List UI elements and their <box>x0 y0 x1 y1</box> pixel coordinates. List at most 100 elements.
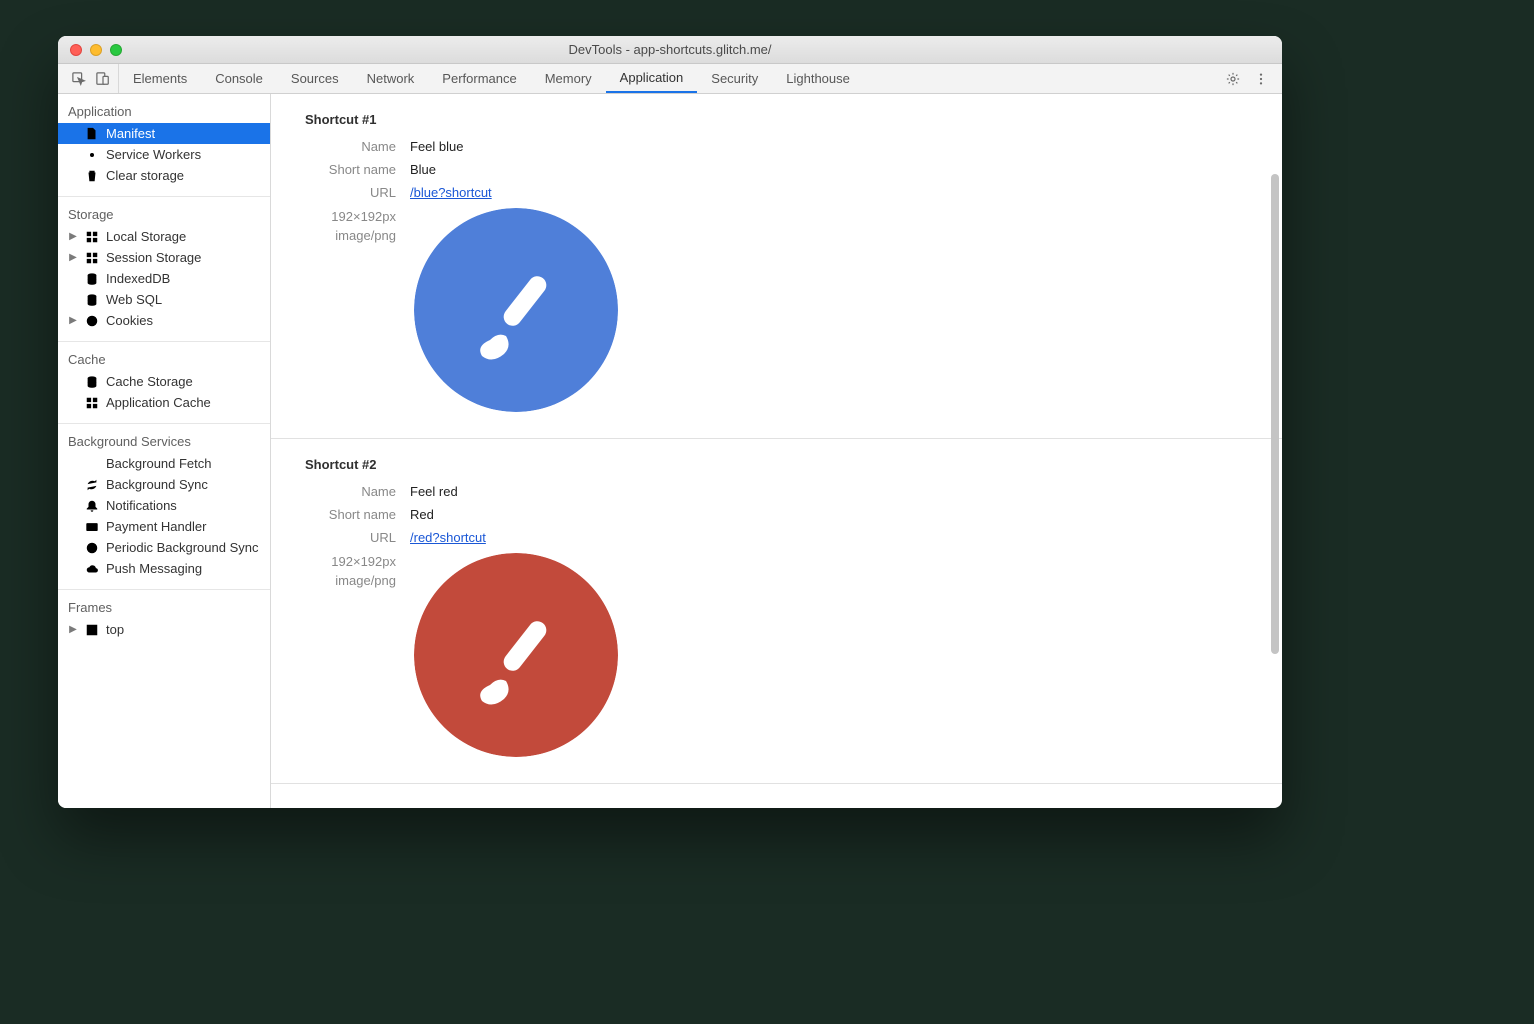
sidebar-item-background-fetch[interactable]: ▶Background Fetch <box>58 453 270 474</box>
db-icon <box>85 293 99 307</box>
tab-network[interactable]: Network <box>353 64 429 93</box>
frame-icon <box>85 623 99 637</box>
sidebar-item-service-workers[interactable]: ▶Service Workers <box>58 144 270 165</box>
cookie-icon <box>85 314 99 328</box>
shortcut-url-link[interactable]: /blue?shortcut <box>410 185 492 200</box>
db-icon <box>85 272 99 286</box>
sidebar-group-title: Frames <box>58 594 270 619</box>
updown-icon <box>85 457 99 471</box>
tab-security[interactable]: Security <box>697 64 772 93</box>
gear-icon <box>85 148 99 162</box>
sidebar-item-label: Background Sync <box>106 477 208 492</box>
bell-icon <box>85 499 99 513</box>
more-icon[interactable] <box>1254 72 1268 86</box>
sidebar-item-manifest[interactable]: ▶Manifest <box>58 123 270 144</box>
manifest-content[interactable]: Shortcut #1 Name Feel blue Short name Bl… <box>271 94 1282 808</box>
field-label-shortname: Short name <box>305 507 410 522</box>
devtools-window: DevTools - app-shortcuts.glitch.me/ Elem… <box>58 36 1282 808</box>
shortcut-section: Shortcut #1 Name Feel blue Short name Bl… <box>271 94 1282 439</box>
sidebar-item-label: Service Workers <box>106 147 201 162</box>
sidebar-item-label: Periodic Background Sync <box>106 540 258 555</box>
shortcut-heading: Shortcut #1 <box>305 112 1272 127</box>
sidebar-item-label: Application Cache <box>106 395 211 410</box>
sidebar-item-label: Background Fetch <box>106 456 212 471</box>
titlebar: DevTools - app-shortcuts.glitch.me/ <box>58 36 1282 64</box>
field-label-url: URL <box>305 185 410 200</box>
expand-arrow-icon[interactable]: ▶ <box>68 231 78 242</box>
card-icon <box>85 520 99 534</box>
field-label-name: Name <box>305 484 410 499</box>
sidebar-item-label: Push Messaging <box>106 561 202 576</box>
sidebar-item-label: Cache Storage <box>106 374 193 389</box>
tab-console[interactable]: Console <box>201 64 277 93</box>
sidebar-item-label: Notifications <box>106 498 177 513</box>
sidebar-group-title: Background Services <box>58 428 270 453</box>
clock-icon <box>85 541 99 555</box>
cloud-icon <box>85 562 99 576</box>
sidebar-item-web-sql[interactable]: ▶Web SQL <box>58 289 270 310</box>
sidebar-item-top[interactable]: ▶top <box>58 619 270 640</box>
sidebar-item-label: Cookies <box>106 313 153 328</box>
expand-arrow-icon[interactable]: ▶ <box>68 252 78 263</box>
field-value-shortname: Red <box>410 507 434 522</box>
shortcut-section: Shortcut #2 Name Feel red Short name Red… <box>271 439 1282 784</box>
settings-icon[interactable] <box>1226 72 1240 86</box>
sidebar-group-title: Cache <box>58 346 270 371</box>
sidebar-group-title: Storage <box>58 201 270 226</box>
sidebar-item-local-storage[interactable]: ▶ Local Storage <box>58 226 270 247</box>
panel-tabstrip: ElementsConsoleSourcesNetworkPerformance… <box>58 64 1282 94</box>
field-label-iconmeta: 192×192px image/png <box>305 553 410 591</box>
grid-icon <box>85 251 99 265</box>
sidebar-item-push-messaging[interactable]: ▶Push Messaging <box>58 558 270 579</box>
inspect-icon[interactable] <box>72 72 86 86</box>
sidebar-item-label: Session Storage <box>106 250 201 265</box>
field-value-name: Feel red <box>410 484 458 499</box>
tab-memory[interactable]: Memory <box>531 64 606 93</box>
field-label-name: Name <box>305 139 410 154</box>
tab-elements[interactable]: Elements <box>119 64 201 93</box>
expand-arrow-icon[interactable]: ▶ <box>68 315 78 326</box>
sidebar-item-label: Manifest <box>106 126 155 141</box>
device-toggle-icon[interactable] <box>96 72 110 86</box>
tab-application[interactable]: Application <box>606 64 698 93</box>
grid-icon <box>85 396 99 410</box>
sidebar-item-cache-storage[interactable]: ▶Cache Storage <box>58 371 270 392</box>
tab-sources[interactable]: Sources <box>277 64 353 93</box>
sidebar-item-label: Payment Handler <box>106 519 206 534</box>
expand-arrow-icon[interactable]: ▶ <box>68 624 78 635</box>
sidebar-item-indexeddb[interactable]: ▶IndexedDB <box>58 268 270 289</box>
tab-performance[interactable]: Performance <box>428 64 530 93</box>
shortcut-url-link[interactable]: /red?shortcut <box>410 530 486 545</box>
window-minimize-button[interactable] <box>90 44 102 56</box>
grid-icon <box>85 230 99 244</box>
tab-lighthouse[interactable]: Lighthouse <box>772 64 864 93</box>
sidebar-group-title: Application <box>58 98 270 123</box>
application-sidebar[interactable]: Application▶Manifest▶Service Workers▶Cle… <box>58 94 271 808</box>
sidebar-item-label: Web SQL <box>106 292 162 307</box>
field-value-name: Feel blue <box>410 139 463 154</box>
shortcut-icon-image <box>414 553 618 757</box>
sidebar-item-application-cache[interactable]: ▶Application Cache <box>58 392 270 413</box>
window-zoom-button[interactable] <box>110 44 122 56</box>
shortcut-icon-image <box>414 208 618 412</box>
sidebar-item-background-sync[interactable]: ▶Background Sync <box>58 474 270 495</box>
sidebar-item-label: Local Storage <box>106 229 186 244</box>
scrollbar-thumb[interactable] <box>1271 174 1279 654</box>
field-label-shortname: Short name <box>305 162 410 177</box>
sidebar-item-periodic-background-sync[interactable]: ▶Periodic Background Sync <box>58 537 270 558</box>
sidebar-item-label: Clear storage <box>106 168 184 183</box>
sync-icon <box>85 478 99 492</box>
field-label-url: URL <box>305 530 410 545</box>
sidebar-item-payment-handler[interactable]: ▶Payment Handler <box>58 516 270 537</box>
db-icon <box>85 375 99 389</box>
sidebar-item-notifications[interactable]: ▶Notifications <box>58 495 270 516</box>
window-close-button[interactable] <box>70 44 82 56</box>
sidebar-item-cookies[interactable]: ▶ Cookies <box>58 310 270 331</box>
sidebar-item-label: IndexedDB <box>106 271 170 286</box>
sidebar-item-clear-storage[interactable]: ▶Clear storage <box>58 165 270 186</box>
field-label-iconmeta: 192×192px image/png <box>305 208 410 246</box>
file-icon <box>85 127 99 141</box>
shortcut-heading: Shortcut #2 <box>305 457 1272 472</box>
field-value-shortname: Blue <box>410 162 436 177</box>
sidebar-item-session-storage[interactable]: ▶ Session Storage <box>58 247 270 268</box>
